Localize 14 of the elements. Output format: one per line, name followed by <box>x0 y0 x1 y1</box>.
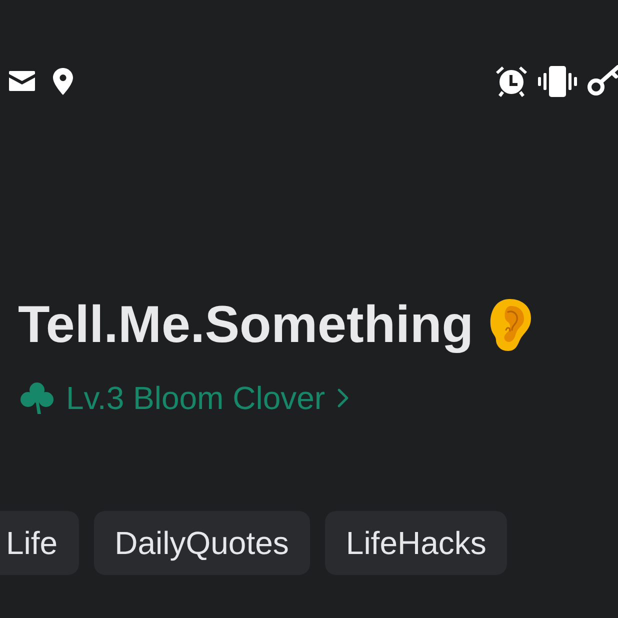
level-link[interactable]: Lv.3 Bloom Clover <box>20 378 350 418</box>
chevron-right-icon <box>337 388 350 408</box>
vibrate-phone-icon <box>538 66 577 96</box>
location-pin-icon <box>53 68 73 94</box>
clover-icon <box>20 382 54 414</box>
level-label: Lv.3 Bloom Clover <box>66 379 326 418</box>
alarm-clock-icon <box>495 65 528 97</box>
tag-chip[interactable]: LifeHacks <box>324 511 508 575</box>
tag-chip[interactable]: DailyQuotes <box>94 511 310 575</box>
ear-icon <box>488 298 532 352</box>
tag-chip[interactable]: Life <box>0 511 79 575</box>
profile-name: Tell.Me.Something <box>18 295 474 356</box>
mail-icon <box>9 71 35 91</box>
key-icon <box>587 65 618 97</box>
